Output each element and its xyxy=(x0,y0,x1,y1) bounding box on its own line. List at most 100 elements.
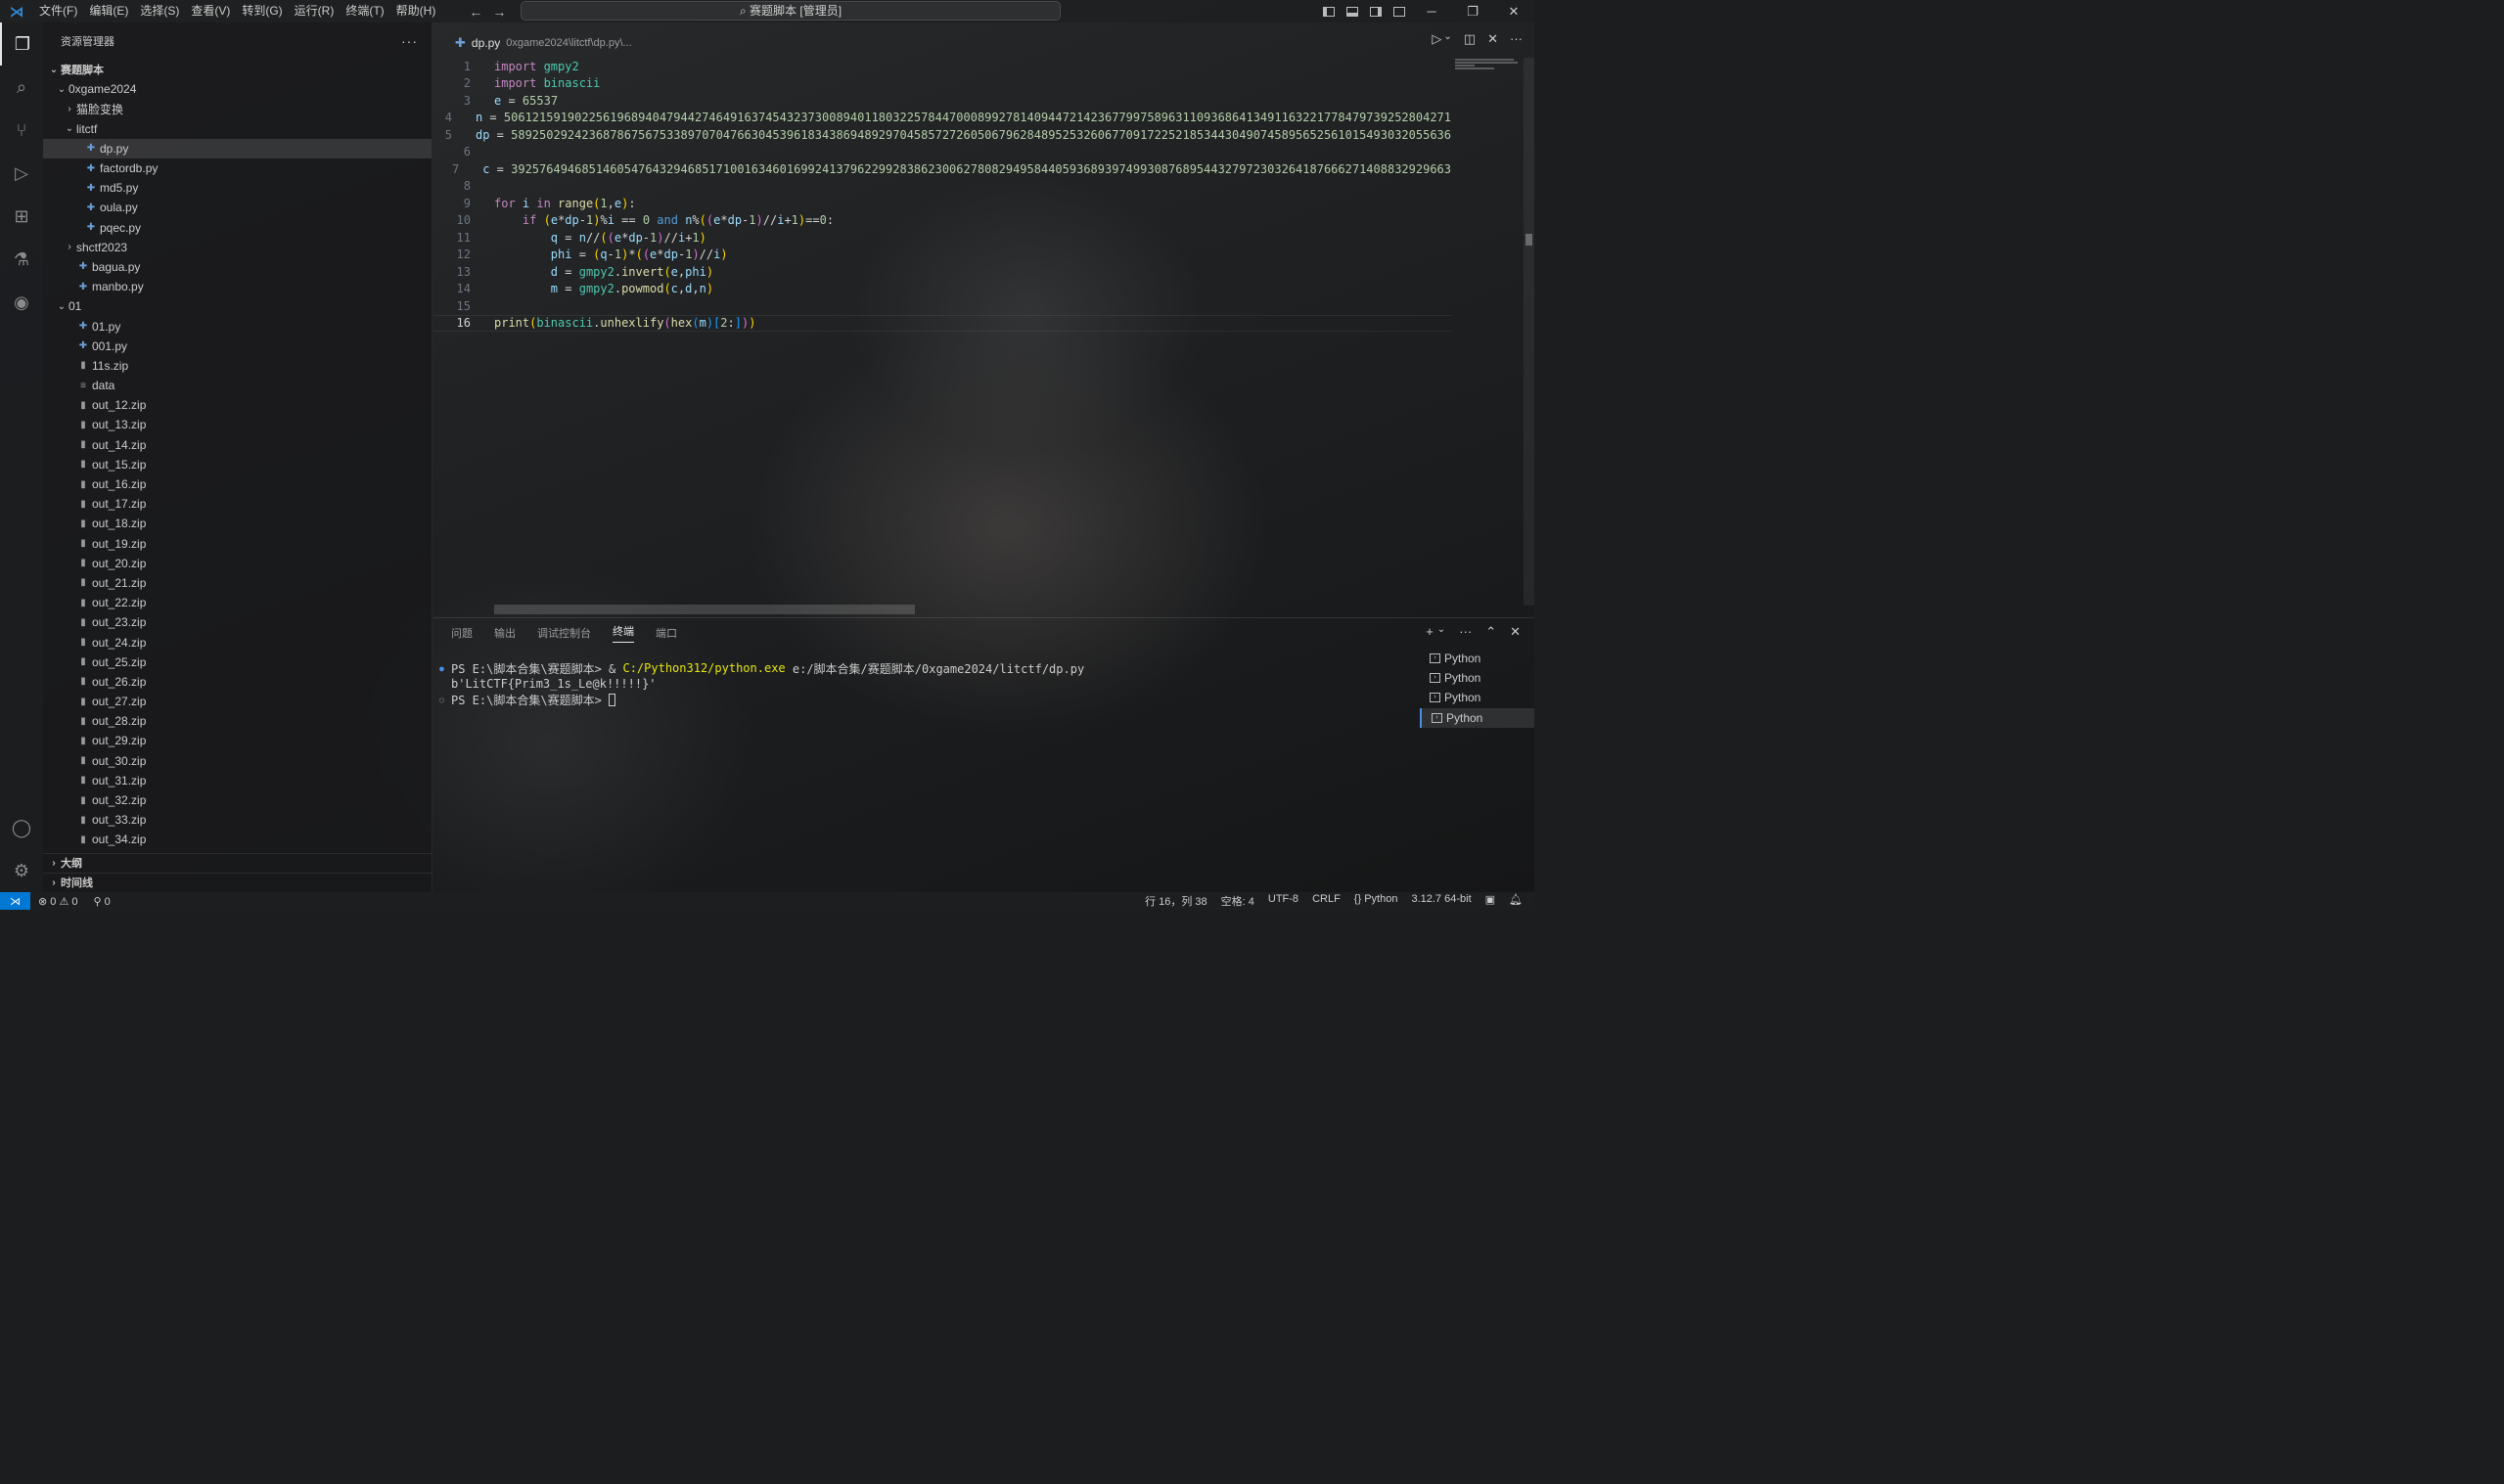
tree-item[interactable]: ▮ out_27.zip xyxy=(43,692,432,711)
tree-item[interactable]: ▮ out_21.zip xyxy=(43,573,432,593)
tree-item[interactable]: ▮ out_26.zip xyxy=(43,672,432,692)
settings-gear-icon[interactable]: ⚙ xyxy=(0,849,43,892)
code-line[interactable]: 11 q = n//((e*dp-1)//i+1) xyxy=(433,229,1451,247)
tab-debug-console[interactable]: 调试控制台 xyxy=(537,625,591,641)
tree-item[interactable]: ▮ out_17.zip xyxy=(43,494,432,514)
terminal-instance[interactable]: › Python xyxy=(1420,707,1534,728)
search-icon[interactable]: ⌕ xyxy=(0,66,43,109)
tree-item[interactable]: ▮ out_29.zip xyxy=(43,731,432,750)
tab-ports[interactable]: 端口 xyxy=(656,625,677,641)
minimap[interactable] xyxy=(1455,58,1522,77)
tree-item[interactable]: ✚ factordb.py xyxy=(43,158,432,178)
tree-item[interactable]: ✚ manbo.py xyxy=(43,277,432,296)
tree-item[interactable]: ▮ out_33.zip xyxy=(43,810,432,830)
code-line[interactable]: 1 import gmpy2 xyxy=(433,58,1451,75)
tree-item[interactable]: ▮ out_19.zip xyxy=(43,534,432,554)
testing-flask-icon[interactable]: ⚗ xyxy=(0,238,43,281)
code-line[interactable]: 12 phi = (q-1)*((e*dp-1)//i) xyxy=(433,247,1451,264)
code-line[interactable]: 9 for i in range(1,e): xyxy=(433,195,1451,212)
problems-status[interactable]: ⊗ 0 ⚠ 0 xyxy=(38,895,78,908)
menu-help[interactable]: 帮助(H) xyxy=(390,0,442,22)
tree-item[interactable]: ▮ out_22.zip xyxy=(43,593,432,612)
code-line[interactable]: 8 xyxy=(433,178,1451,196)
code-line[interactable]: 7c = 39257649468514605476432946851710016… xyxy=(433,160,1451,178)
code-line[interactable]: 10 if (e*dp-1)%i == 0 and n%((e*dp-1)//i… xyxy=(433,212,1451,230)
tree-item[interactable]: ▮ out_30.zip xyxy=(43,751,432,771)
tree-item[interactable]: ✚ bagua.py xyxy=(43,257,432,277)
toggle-secondary-sidebar-icon[interactable] xyxy=(1364,0,1388,22)
tab-terminal[interactable]: 终端 xyxy=(613,623,634,643)
forward-arrow-icon[interactable]: → xyxy=(492,4,506,20)
tree-item[interactable]: ▮ out_14.zip xyxy=(43,435,432,455)
account-icon[interactable]: ◯ xyxy=(0,806,43,849)
code-line[interactable]: 13 d = gmpy2.invert(e,phi) xyxy=(433,263,1451,281)
tree-item[interactable]: ▮ out_28.zip xyxy=(43,711,432,731)
editor-vertical-scrollbar[interactable] xyxy=(1524,58,1534,606)
explorer-more-icon[interactable]: ··· xyxy=(401,33,418,49)
code-line[interactable]: 5 dp = 5892502924236878675675338970704766… xyxy=(433,126,1451,144)
panel-more-actions-icon[interactable]: ··· xyxy=(1459,624,1472,640)
close-window-icon[interactable]: ✕ xyxy=(1493,4,1534,20)
extensions-icon[interactable]: ⊞ xyxy=(0,195,43,238)
python-interpreter[interactable]: 3.12.7 64-bit xyxy=(1411,893,1471,909)
source-control-icon[interactable]: ⑂ xyxy=(0,109,43,152)
tab-output[interactable]: 输出 xyxy=(494,625,516,641)
tree-item[interactable]: ▮ out_12.zip xyxy=(43,395,432,415)
tree-item[interactable]: ▮ out_25.zip xyxy=(43,652,432,672)
close-editor-icon[interactable]: ✕ xyxy=(1487,31,1498,47)
menu-run[interactable]: 运行(R) xyxy=(289,0,341,22)
timeline-section[interactable]: › 时间线 xyxy=(43,872,433,892)
tree-item[interactable]: ✚ 01.py xyxy=(43,316,432,336)
tree-item[interactable]: ▮ out_34.zip xyxy=(43,830,432,849)
split-editor-icon[interactable]: ◫ xyxy=(1464,31,1476,47)
outline-section[interactable]: › 大纲 xyxy=(43,852,433,873)
notifications-bell-icon[interactable]: 🔔︎ xyxy=(1509,893,1523,909)
tree-item[interactable]: ✚ pqec.py xyxy=(43,218,432,238)
code-line[interactable]: 3e = 65537 xyxy=(433,92,1451,110)
tree-item[interactable]: ▮ out_24.zip xyxy=(43,632,432,652)
explorer-files-icon[interactable]: ❐ xyxy=(0,22,43,66)
maximize-panel-chevron-up-icon[interactable]: ⌃ xyxy=(1485,624,1496,640)
terminal-dropdown-chevron-icon[interactable]: ⌄ xyxy=(1437,624,1445,640)
command-center-search[interactable]: ⌕ 赛题脚本 [管理员] xyxy=(521,1,1061,21)
code-line[interactable]: 15 xyxy=(433,297,1451,315)
scrollbar-thumb[interactable] xyxy=(1525,234,1532,246)
code-editor[interactable]: 1 import gmpy2 2 import binascii 3 e = 65537 4… xyxy=(433,58,1451,341)
menu-go[interactable]: 转到(G) xyxy=(236,0,288,22)
close-panel-icon[interactable]: ✕ xyxy=(1510,624,1521,640)
terminal-output[interactable]: ● PS E:\脚本合集\赛题脚本> & C:/Python312/python… xyxy=(439,660,1408,707)
menu-edit[interactable]: 编辑(E) xyxy=(83,0,134,22)
tree-item[interactable]: ▮ out_15.zip xyxy=(43,455,432,474)
remote-indicator-icon[interactable]: ⋊ xyxy=(0,892,30,910)
minimize-window-icon[interactable]: ─ xyxy=(1411,4,1452,19)
tree-item[interactable]: ▮ out_13.zip xyxy=(43,415,432,434)
tree-item[interactable]: ▮ out_31.zip xyxy=(43,771,432,790)
toggle-panel-icon[interactable] xyxy=(1341,0,1364,22)
tree-item[interactable]: › 猫脸变换 xyxy=(43,99,432,118)
code-line[interactable]: 16 print(binascii.unhexlify(hex(m)[2:])) xyxy=(433,314,1451,332)
run-debug-icon[interactable]: ▷ xyxy=(0,152,43,195)
new-terminal-plus-icon[interactable]: + xyxy=(1426,624,1434,640)
toggle-primary-sidebar-icon[interactable] xyxy=(1317,0,1341,22)
tree-item[interactable]: ▮ 11s.zip xyxy=(43,356,432,376)
customize-layout-icon[interactable] xyxy=(1388,0,1411,22)
language-mode[interactable]: {} Python xyxy=(1354,893,1398,909)
code-line[interactable]: 6 xyxy=(433,144,1451,161)
tab-dp-py[interactable]: ✚ dp.py 0xgame2024\litctf\dp.py\... xyxy=(433,35,632,51)
menu-view[interactable]: 查看(V) xyxy=(185,0,236,22)
menu-selection[interactable]: 选择(S) xyxy=(134,0,185,22)
terminal-instance[interactable]: › Python xyxy=(1420,668,1534,688)
code-line[interactable]: 2 import binascii xyxy=(433,75,1451,93)
editor-more-actions-icon[interactable]: ··· xyxy=(1510,31,1523,47)
tree-item[interactable]: ≡ data xyxy=(43,376,432,395)
feedback-icon[interactable]: ▣ xyxy=(1485,893,1495,909)
command-success-dot-icon[interactable]: ● xyxy=(439,664,451,673)
editor-horizontal-scrollbar[interactable] xyxy=(494,605,915,614)
run-dropdown-chevron-icon[interactable]: ⌄ xyxy=(1443,31,1451,47)
workspace-root[interactable]: ⌄ 赛题脚本 xyxy=(43,60,432,79)
tree-item[interactable]: ⌄ 0xgame2024 xyxy=(43,79,432,99)
tree-item[interactable]: ✚ oula.py xyxy=(43,198,432,217)
code-line[interactable]: 14 m = gmpy2.powmod(c,d,n) xyxy=(433,281,1451,298)
tree-item[interactable]: › shctf2023 xyxy=(43,238,432,257)
ports-status[interactable]: ⚲ 0 xyxy=(94,895,111,908)
